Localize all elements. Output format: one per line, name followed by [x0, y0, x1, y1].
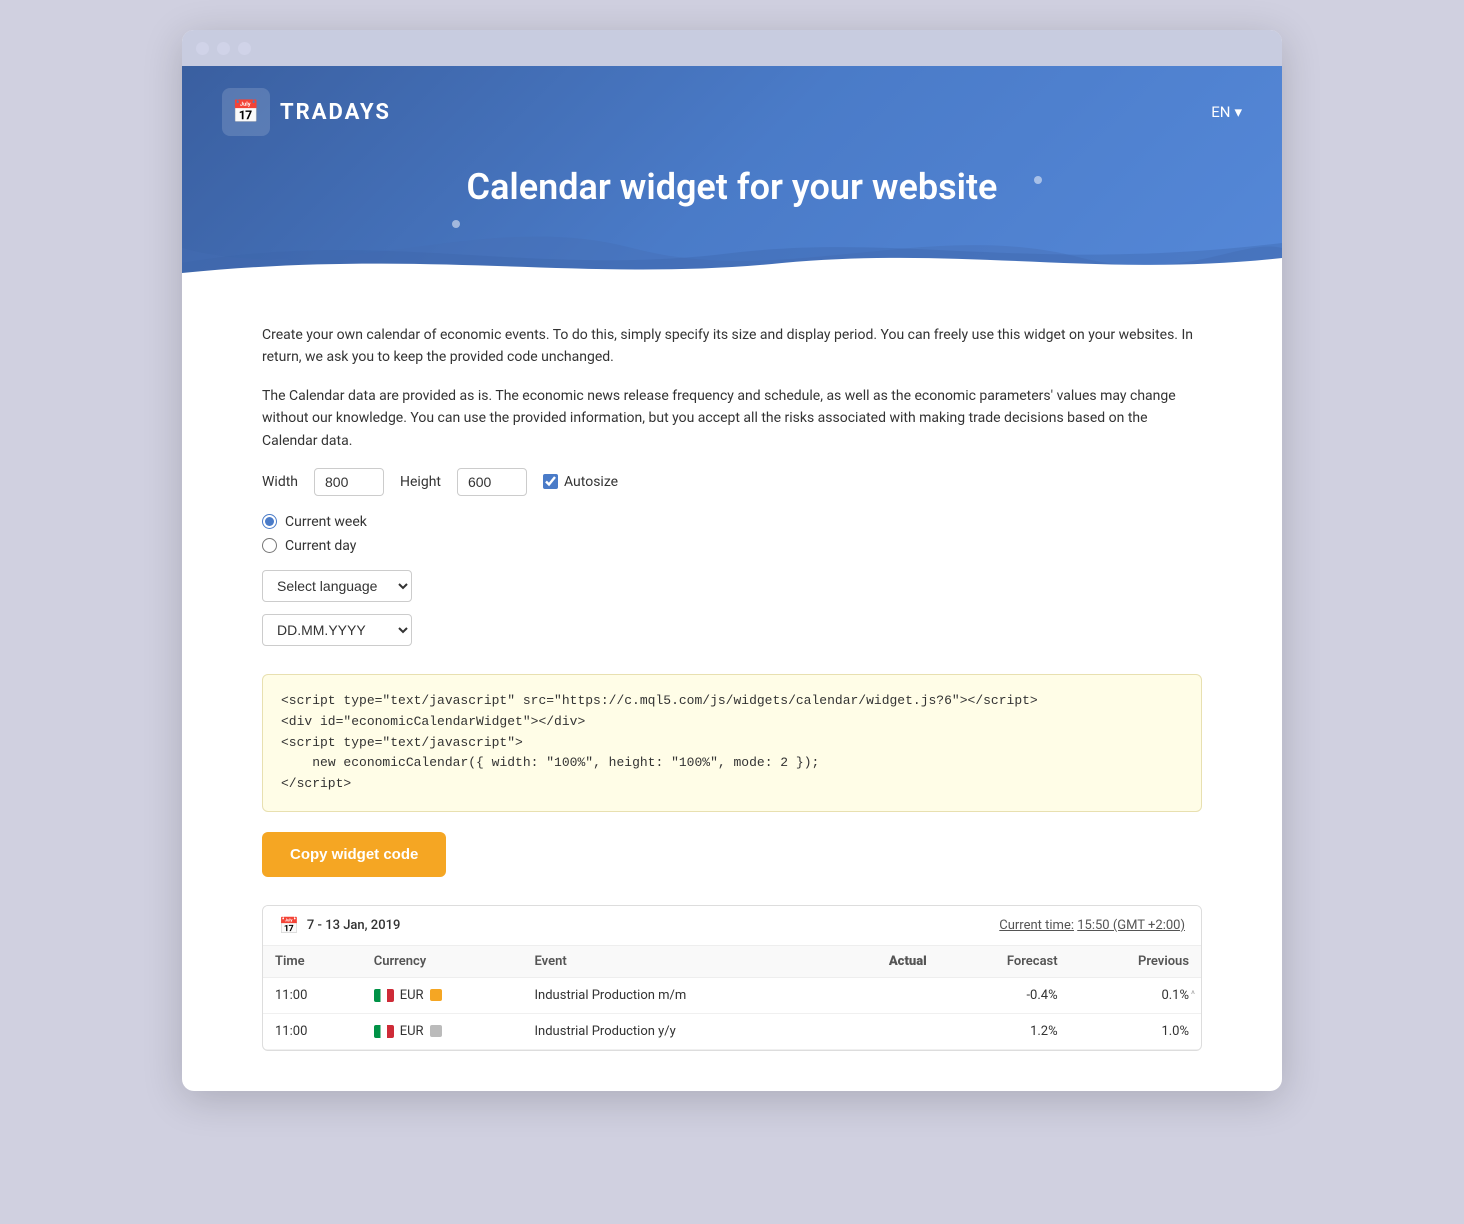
current-time-label: Current time:	[999, 918, 1074, 933]
widget-preview-header: 📅 7 - 13 Jan, 2019 Current time: 15:50 (…	[263, 906, 1201, 946]
description-2: The Calendar data are provided as is. Th…	[262, 385, 1202, 452]
table-row: 11:00 EUR Industrial Production m/m -0.4…	[263, 977, 1201, 1013]
col-previous: Previous	[1070, 946, 1201, 978]
logo-text: TRADAYS	[280, 100, 391, 125]
titlebar	[182, 30, 1282, 66]
code-content: <script type="text/javascript" src="http…	[281, 693, 1038, 791]
width-label: Width	[262, 474, 298, 490]
col-time: Time	[263, 946, 362, 978]
row1-previous: 0.1% ^	[1070, 977, 1201, 1013]
page-header: 📅 TRADAYS EN ▾ Calendar widget for your …	[182, 66, 1282, 288]
wave-decoration	[182, 208, 1282, 288]
row1-currency-text: EUR	[400, 988, 424, 1003]
page-title: Calendar widget for your website	[222, 166, 1242, 208]
date-range-text: 7 - 13 Jan, 2019	[307, 918, 400, 933]
row1-forecast: -0.4%	[939, 977, 1070, 1013]
row2-forecast: 1.2%	[939, 1013, 1070, 1049]
lang-chevron-icon: ▾	[1234, 103, 1242, 121]
logo-emoji: 📅	[232, 100, 259, 125]
widget-date-range: 📅 7 - 13 Jan, 2019	[279, 916, 400, 935]
current-time-value: 15:50 (GMT +2:00)	[1077, 918, 1185, 933]
radio-current-week-input[interactable]	[262, 514, 277, 529]
radio-current-week-label: Current week	[285, 514, 367, 530]
row2-currency-cell: EUR	[374, 1024, 511, 1039]
widget-preview: 📅 7 - 13 Jan, 2019 Current time: 15:50 (…	[262, 905, 1202, 1051]
row1-currency: EUR	[362, 977, 523, 1013]
height-input[interactable]	[457, 468, 527, 496]
row2-currency: EUR	[362, 1013, 523, 1049]
calendar-icon: 📅	[279, 916, 299, 935]
height-label: Height	[400, 474, 441, 490]
titlebar-dot-red	[196, 42, 209, 55]
language-dropdown[interactable]: Select language English German French	[262, 570, 412, 602]
col-event: Event	[523, 946, 831, 978]
main-window: 📅 TRADAYS EN ▾ Calendar widget for your …	[182, 30, 1282, 1091]
table-row: 11:00 EUR Industrial Production y/y 1.2%…	[263, 1013, 1201, 1049]
row1-event: Industrial Production m/m	[523, 977, 831, 1013]
col-forecast: Forecast	[939, 946, 1070, 978]
row1-flag	[374, 989, 394, 1002]
row2-currency-text: EUR	[400, 1024, 424, 1039]
current-time-display: Current time: 15:50 (GMT +2:00)	[999, 918, 1185, 933]
row1-actual	[830, 977, 938, 1013]
main-content: Create your own calendar of economic eve…	[182, 288, 1282, 1091]
logo-icon: 📅	[222, 88, 270, 136]
scroll-up-icon: ^	[1191, 990, 1199, 1001]
logo: 📅 TRADAYS	[222, 88, 391, 136]
radio-current-day[interactable]: Current day	[262, 538, 1202, 554]
period-radio-group: Current week Current day	[262, 514, 1202, 554]
description-1: Create your own calendar of economic eve…	[262, 324, 1202, 369]
autosize-row: Autosize	[543, 474, 618, 490]
size-settings-row: Width Height Autosize	[262, 468, 1202, 496]
row1-time: 11:00	[263, 977, 362, 1013]
table-header: Time Currency Event Actual Forecast Prev…	[263, 946, 1201, 978]
autosize-checkbox[interactable]	[543, 474, 558, 489]
autosize-label: Autosize	[564, 474, 618, 490]
titlebar-dot-green	[238, 42, 251, 55]
row2-event: Industrial Production y/y	[523, 1013, 831, 1049]
row1-currency-cell: EUR	[374, 988, 511, 1003]
lang-label: EN	[1211, 103, 1230, 121]
width-input[interactable]	[314, 468, 384, 496]
row2-flag	[374, 1025, 394, 1038]
row1-impact-icon	[430, 989, 442, 1001]
col-currency: Currency	[362, 946, 523, 978]
radio-current-day-input[interactable]	[262, 538, 277, 553]
date-format-dropdown[interactable]: DD.MM.YYYY MM/DD/YYYY	[262, 614, 412, 646]
code-block: <script type="text/javascript" src="http…	[262, 674, 1202, 812]
titlebar-dot-yellow	[217, 42, 230, 55]
radio-current-week[interactable]: Current week	[262, 514, 1202, 530]
col-actual: Actual	[830, 946, 938, 978]
table-header-row: Time Currency Event Actual Forecast Prev…	[263, 946, 1201, 978]
events-table: Time Currency Event Actual Forecast Prev…	[263, 946, 1201, 1050]
radio-current-day-label: Current day	[285, 538, 356, 554]
language-selector-header[interactable]: EN ▾	[1211, 103, 1242, 121]
row2-time: 11:00	[263, 1013, 362, 1049]
row2-previous: 1.0%	[1070, 1013, 1201, 1049]
copy-widget-code-button[interactable]: Copy widget code	[262, 832, 446, 877]
row2-actual	[830, 1013, 938, 1049]
row2-impact-icon	[430, 1025, 442, 1037]
header-nav: 📅 TRADAYS EN ▾	[222, 88, 1242, 136]
table-body: 11:00 EUR Industrial Production m/m -0.4…	[263, 977, 1201, 1049]
